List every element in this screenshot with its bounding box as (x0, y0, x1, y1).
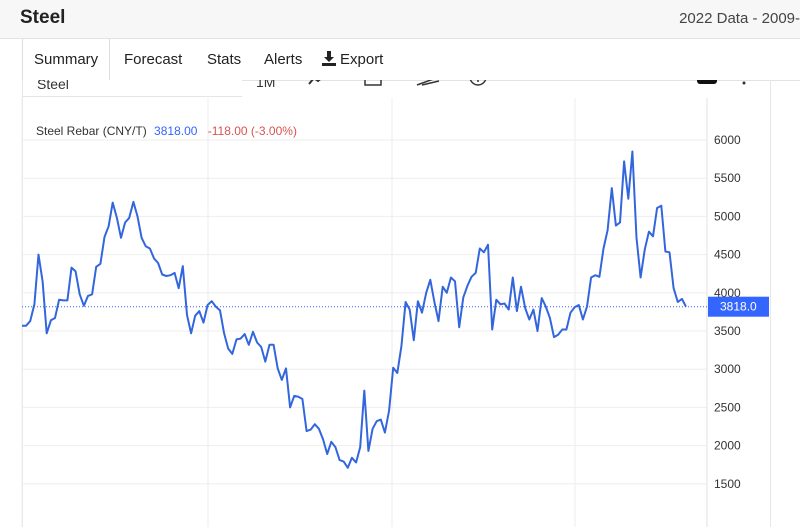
chart-legend: Steel Rebar (CNY/T) 3818.00 -118.00 (-3.… (36, 124, 297, 138)
y-tick-label: 3500 (714, 324, 741, 338)
horizontal-gridlines (22, 139, 707, 485)
legend-change-value: -118.00 (-3.00%) (208, 124, 297, 138)
line-chart: 6000550050004500400035003000250020001500… (21, 98, 769, 527)
y-tick-label: 1500 (714, 477, 741, 491)
y-tick-label: 4500 (714, 248, 741, 262)
y-tick-label: 5000 (714, 209, 741, 223)
series-line-steel-rebar (22, 150, 687, 469)
legend-last-value: 3818.00 (154, 124, 198, 138)
y-tick-label: 2500 (714, 400, 741, 414)
legend-series-name: Steel Rebar (CNY/T) (36, 124, 147, 138)
last-price-tag: 3818.0 (708, 296, 769, 317)
y-tick-label: 6000 (714, 133, 741, 147)
y-tick-label: 5500 (714, 171, 741, 185)
y-tick-label: 2000 (714, 439, 741, 453)
y-tick-label: 3000 (714, 362, 741, 376)
last-price-tag-text: 3818.0 (720, 300, 757, 314)
